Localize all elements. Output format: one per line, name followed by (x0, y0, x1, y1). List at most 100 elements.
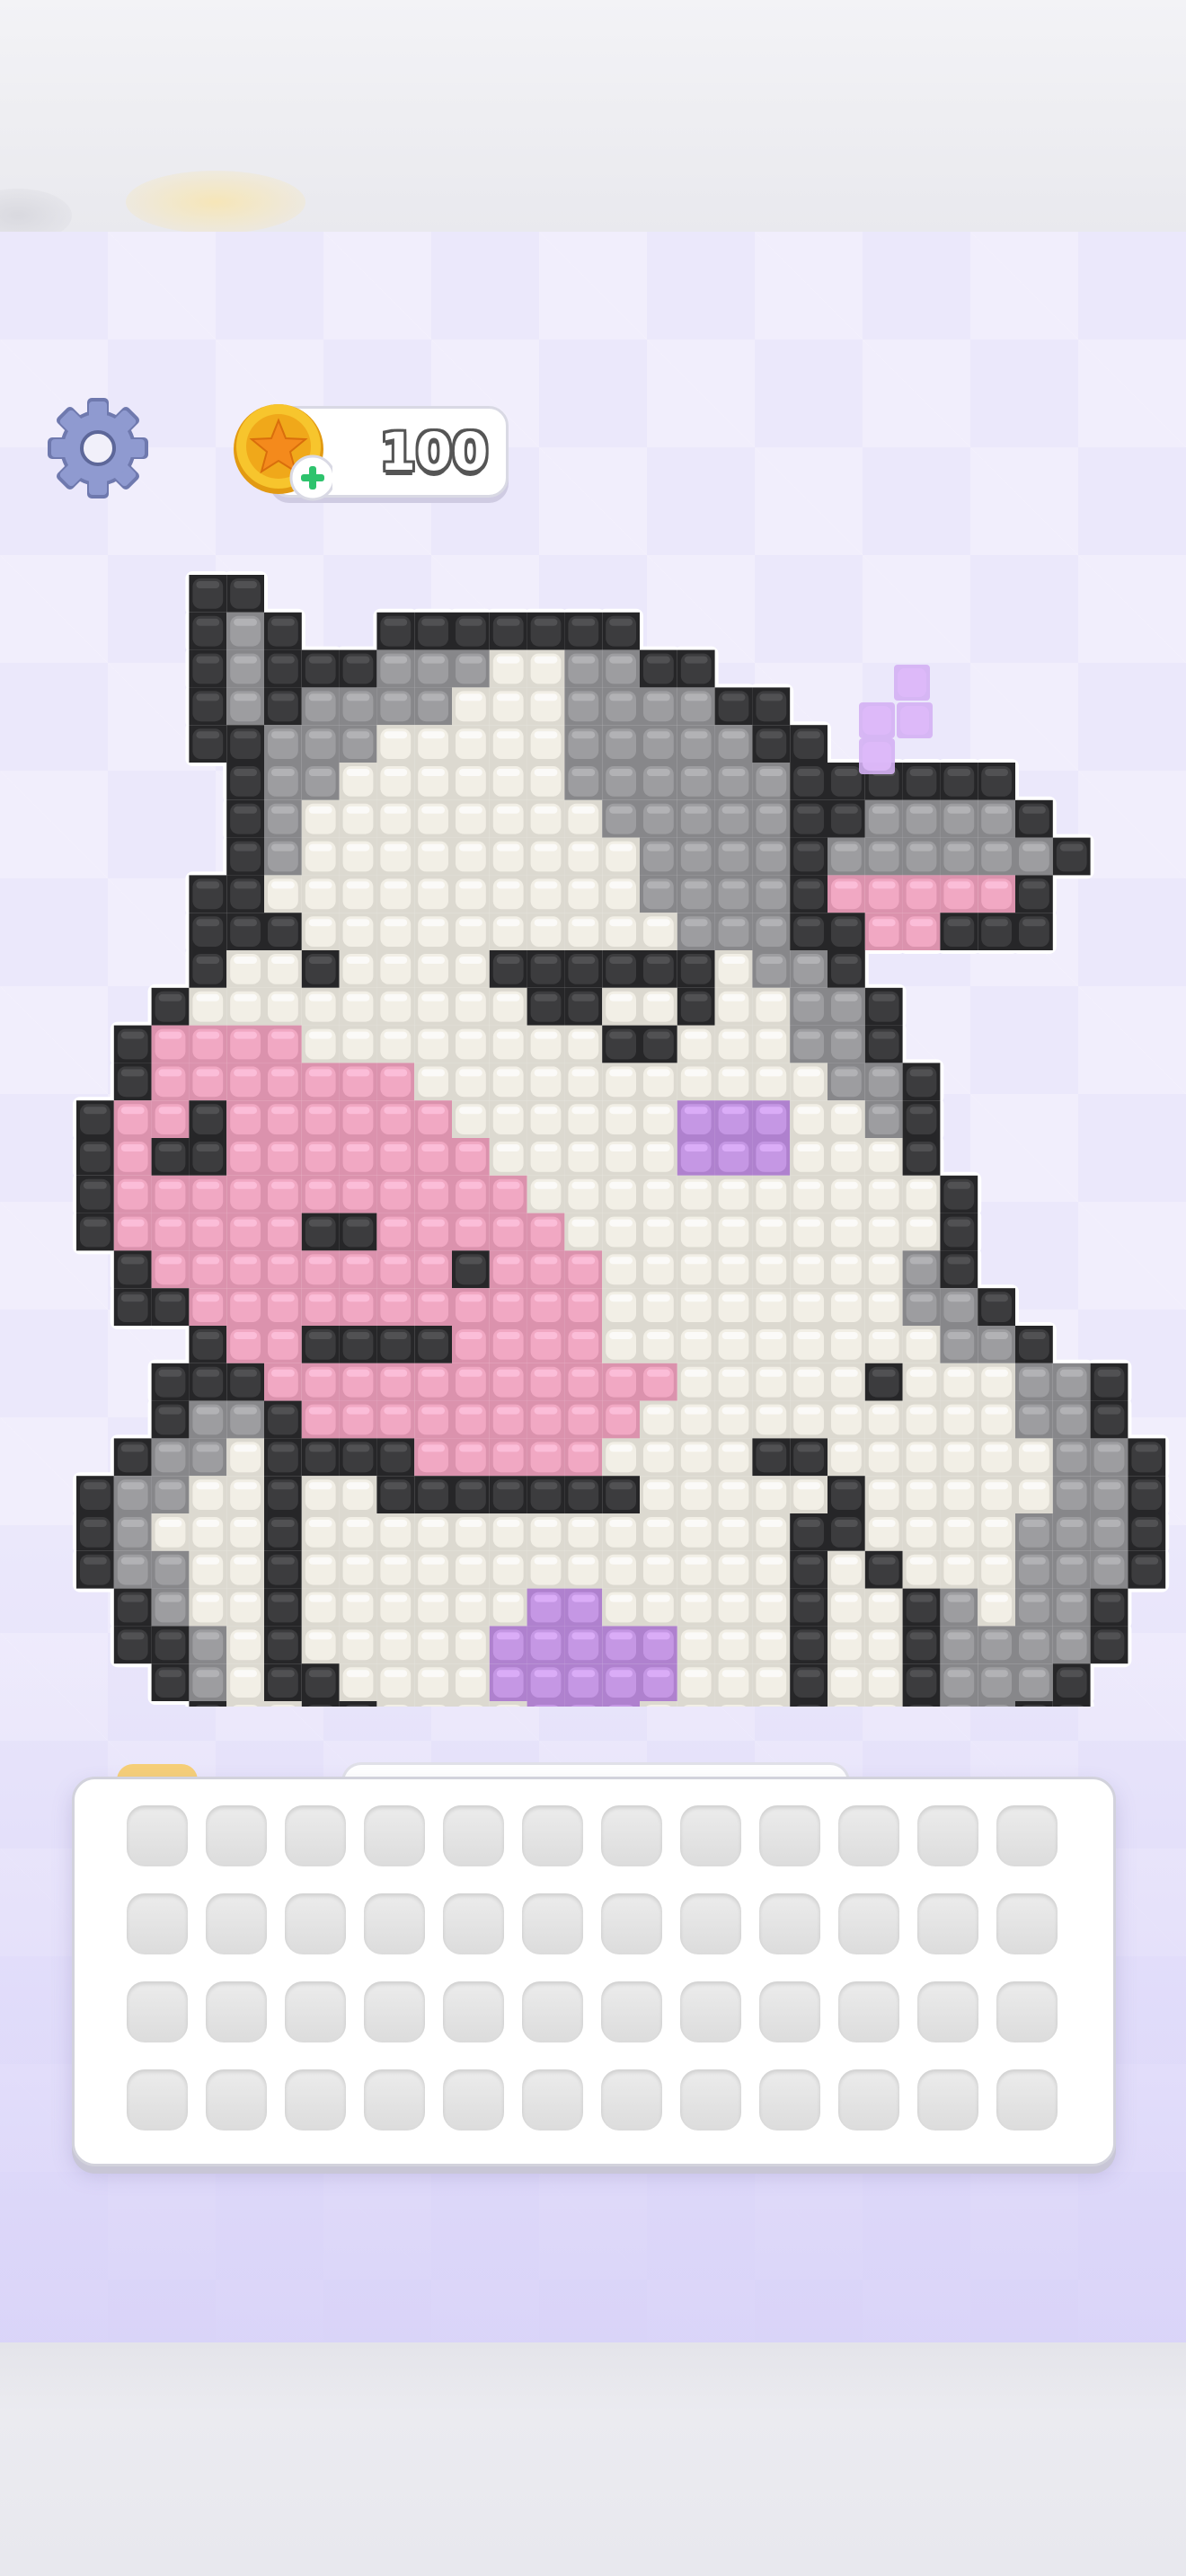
bead (189, 1063, 227, 1101)
tray-slot[interactable] (601, 1893, 662, 1954)
tray-slot[interactable] (206, 2069, 267, 2130)
bead (714, 1326, 753, 1363)
tray-slot[interactable] (522, 2069, 583, 2130)
floating-bead[interactable] (859, 702, 895, 738)
tray-slot[interactable] (364, 1805, 425, 1866)
bead (978, 1363, 1015, 1401)
tray-slot[interactable] (759, 1805, 820, 1866)
bead (752, 950, 791, 988)
tray-slot[interactable] (127, 1893, 188, 1954)
bead (264, 1588, 302, 1627)
floating-pieces (859, 665, 933, 774)
bead (1090, 1550, 1128, 1589)
tray-slot[interactable] (917, 2069, 978, 2130)
tray-slot[interactable] (838, 1805, 899, 1866)
bead (564, 687, 603, 726)
tray-slot[interactable] (522, 1893, 583, 1954)
bead (489, 1138, 527, 1176)
bead (189, 687, 227, 726)
bead (301, 1476, 340, 1513)
tray-slot[interactable] (838, 1893, 899, 1954)
bead (301, 1701, 340, 1707)
tray-slot[interactable] (680, 1805, 741, 1866)
tray-slot[interactable] (522, 1981, 583, 2042)
bead (527, 1588, 565, 1627)
tray-slot[interactable] (206, 1805, 267, 1866)
bead (339, 1100, 377, 1138)
tray-slot[interactable] (680, 1893, 741, 1954)
bead (677, 913, 715, 950)
tray-slot[interactable] (680, 1981, 741, 2042)
tray-slot[interactable] (206, 1981, 267, 2042)
tray-slot[interactable] (680, 2069, 741, 2130)
bead (1015, 799, 1053, 838)
tray-slot[interactable] (443, 1893, 504, 1954)
bead (790, 1288, 828, 1326)
tray-slot[interactable] (443, 1805, 504, 1866)
tray-slot[interactable] (601, 2069, 662, 2130)
tray-slot[interactable] (996, 1981, 1058, 2042)
bead (339, 1626, 377, 1664)
bead (752, 1025, 791, 1063)
bead (714, 725, 753, 763)
tray-slot[interactable] (917, 1805, 978, 1866)
bead (940, 1588, 978, 1627)
bead (264, 1438, 302, 1477)
bead (414, 1063, 452, 1101)
bead (902, 1550, 941, 1589)
floating-bead[interactable] (897, 702, 933, 738)
bead (564, 649, 603, 688)
tray-slot[interactable] (443, 1981, 504, 2042)
tray-slot[interactable] (364, 2069, 425, 2130)
tray-slot[interactable] (996, 2069, 1058, 2130)
bead (1090, 1588, 1128, 1627)
tray-slot[interactable] (759, 1893, 820, 1954)
tray-slot[interactable] (838, 1981, 899, 2042)
bead (489, 987, 527, 1026)
tray-slot[interactable] (206, 1893, 267, 1954)
bead (902, 1663, 941, 1701)
bead (489, 1100, 527, 1138)
bead (902, 1138, 941, 1176)
tray-slot[interactable] (601, 1981, 662, 2042)
bead (339, 799, 377, 838)
floating-bead[interactable] (894, 665, 930, 701)
tray-slot[interactable] (838, 2069, 899, 2130)
bead (828, 875, 865, 913)
tray-slot[interactable] (285, 2069, 346, 2130)
bead (1128, 1476, 1166, 1513)
bead (376, 1550, 415, 1589)
tray-slot[interactable] (285, 1893, 346, 1954)
tray-slot[interactable] (917, 1981, 978, 2042)
tray-slot[interactable] (443, 2069, 504, 2130)
bead (752, 987, 791, 1026)
bead (940, 1626, 978, 1664)
tray-slot[interactable] (522, 1805, 583, 1866)
tray-slot[interactable] (285, 1805, 346, 1866)
tray-slot[interactable] (996, 1893, 1058, 1954)
tray-slot[interactable] (364, 1981, 425, 2042)
tray-slot[interactable] (601, 1805, 662, 1866)
tray-slot[interactable] (127, 1805, 188, 1866)
tray-slot[interactable] (917, 1893, 978, 1954)
bead (113, 1100, 152, 1138)
tray-slot[interactable] (759, 1981, 820, 2042)
bead (864, 1250, 903, 1289)
tray-slot[interactable] (364, 1893, 425, 1954)
tray-slot[interactable] (996, 1805, 1058, 1866)
bead (978, 1626, 1015, 1664)
tray-slot[interactable] (127, 1981, 188, 2042)
bead (76, 1175, 114, 1213)
tray-slot[interactable] (285, 1981, 346, 2042)
bead (414, 763, 452, 800)
bead (414, 837, 452, 876)
bead (527, 799, 565, 838)
bead (1052, 1400, 1091, 1439)
bead (752, 913, 791, 950)
floating-bead[interactable] (859, 738, 895, 774)
bead (978, 1400, 1015, 1439)
bead (189, 1363, 227, 1401)
tray-slot[interactable] (127, 2069, 188, 2130)
bead (527, 1701, 565, 1707)
tray-slot[interactable] (759, 2069, 820, 2130)
